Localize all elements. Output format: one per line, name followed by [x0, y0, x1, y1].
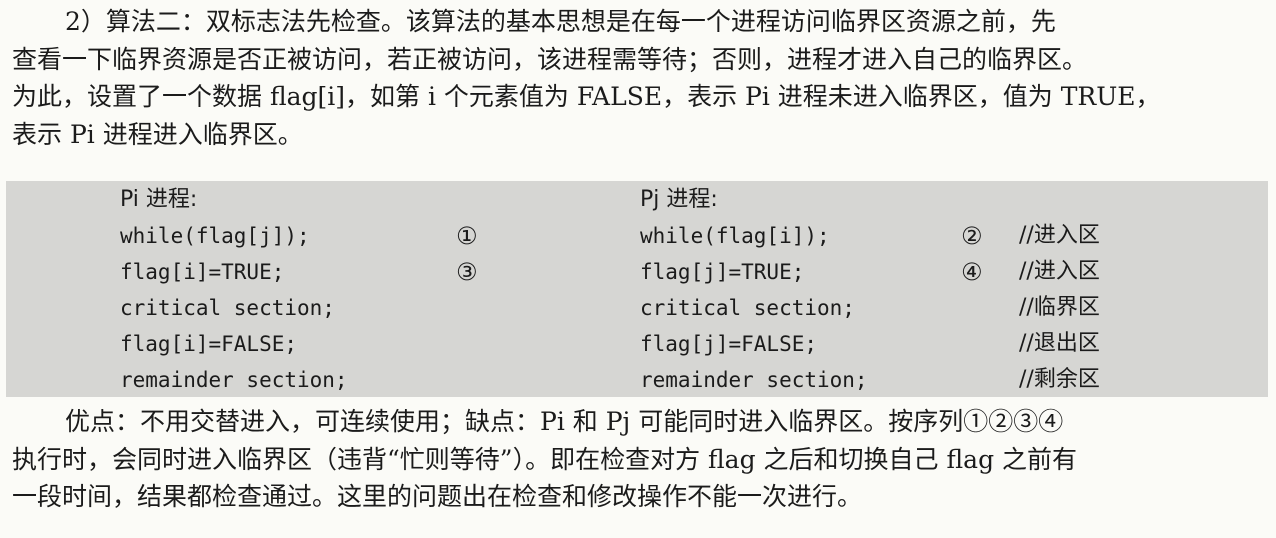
conclusion-line: 一段时间，结果都检查通过。这里的问题出在检查和修改操作不能一次进行。	[12, 482, 863, 511]
pi-step-number: ①	[456, 222, 478, 250]
code-comment: //剩余区	[1019, 367, 1100, 392]
pj-code: flag[j]=FALSE;	[640, 332, 818, 356]
conclusion-paragraph: 优点：不用交替进入，可连续使用；缺点：Pi 和 Pj 可能同时进入临界区。按序列…	[12, 403, 1266, 516]
code-comment: //退出区	[1019, 331, 1100, 356]
code-block: Pi 进程: Pj 进程: while(flag[j]); ① while(fl…	[6, 181, 1268, 397]
intro-line: 2）算法二：双标志法先检查。该算法的基本思想是在每一个进程访问临界区资源之前，先	[65, 7, 1056, 36]
code-comment: //进入区	[1019, 259, 1100, 284]
intro-line: 为此，设置了一个数据 flag[i]，如第 i 个元素值为 FALSE，表示 P…	[12, 82, 1161, 111]
pj-step-number: ④	[961, 258, 983, 286]
pi-code: remainder section;	[120, 368, 348, 392]
conclusion-line: 执行时，会同时进入临界区（违背“忙则等待”）。即在检查对方 flag 之后和切换…	[12, 444, 1078, 474]
code-row: flag[i]=TRUE; ③ flag[j]=TRUE; ④ //进入区	[6, 254, 1268, 290]
pi-code: critical section;	[120, 296, 335, 320]
code-comment: //进入区	[1019, 223, 1100, 248]
code-comment: //临界区	[1019, 295, 1100, 320]
pj-step-number: ②	[961, 222, 983, 250]
pj-code: remainder section;	[640, 368, 868, 392]
code-row: critical section; critical section; //临界…	[6, 290, 1268, 326]
code-row: while(flag[j]); ① while(flag[i]); ② //进入…	[6, 218, 1268, 254]
code-row: flag[i]=FALSE; flag[j]=FALSE; //退出区	[6, 326, 1268, 362]
pi-code: flag[i]=TRUE;	[120, 260, 285, 284]
document-page: 2）算法二：双标志法先检查。该算法的基本思想是在每一个进程访问临界区资源之前，先…	[0, 0, 1276, 538]
code-row: remainder section; remainder section; //…	[6, 362, 1268, 398]
pi-code: flag[i]=FALSE;	[120, 332, 298, 356]
pj-code: while(flag[i]);	[640, 224, 830, 248]
pi-step-number: ③	[456, 258, 478, 286]
pi-process-header: Pi 进程:	[120, 187, 198, 212]
intro-line: 表示 Pi 进程进入临界区。	[12, 119, 303, 149]
intro-line: 查看一下临界资源是否正被访问，若正被访问，该进程需等待；否则，进程才进入自己的临…	[12, 44, 1088, 74]
pj-code: flag[j]=TRUE;	[640, 260, 805, 284]
code-header-row: Pi 进程: Pj 进程:	[6, 182, 1268, 218]
intro-paragraph: 2）算法二：双标志法先检查。该算法的基本思想是在每一个进程访问临界区资源之前，先…	[12, 3, 1266, 153]
pj-process-header: Pj 进程:	[640, 187, 718, 212]
pj-code: critical section;	[640, 296, 855, 320]
pi-code: while(flag[j]);	[120, 224, 310, 248]
conclusion-line: 优点：不用交替进入，可连续使用；缺点：Pi 和 Pj 可能同时进入临界区。按序列…	[65, 407, 1064, 436]
